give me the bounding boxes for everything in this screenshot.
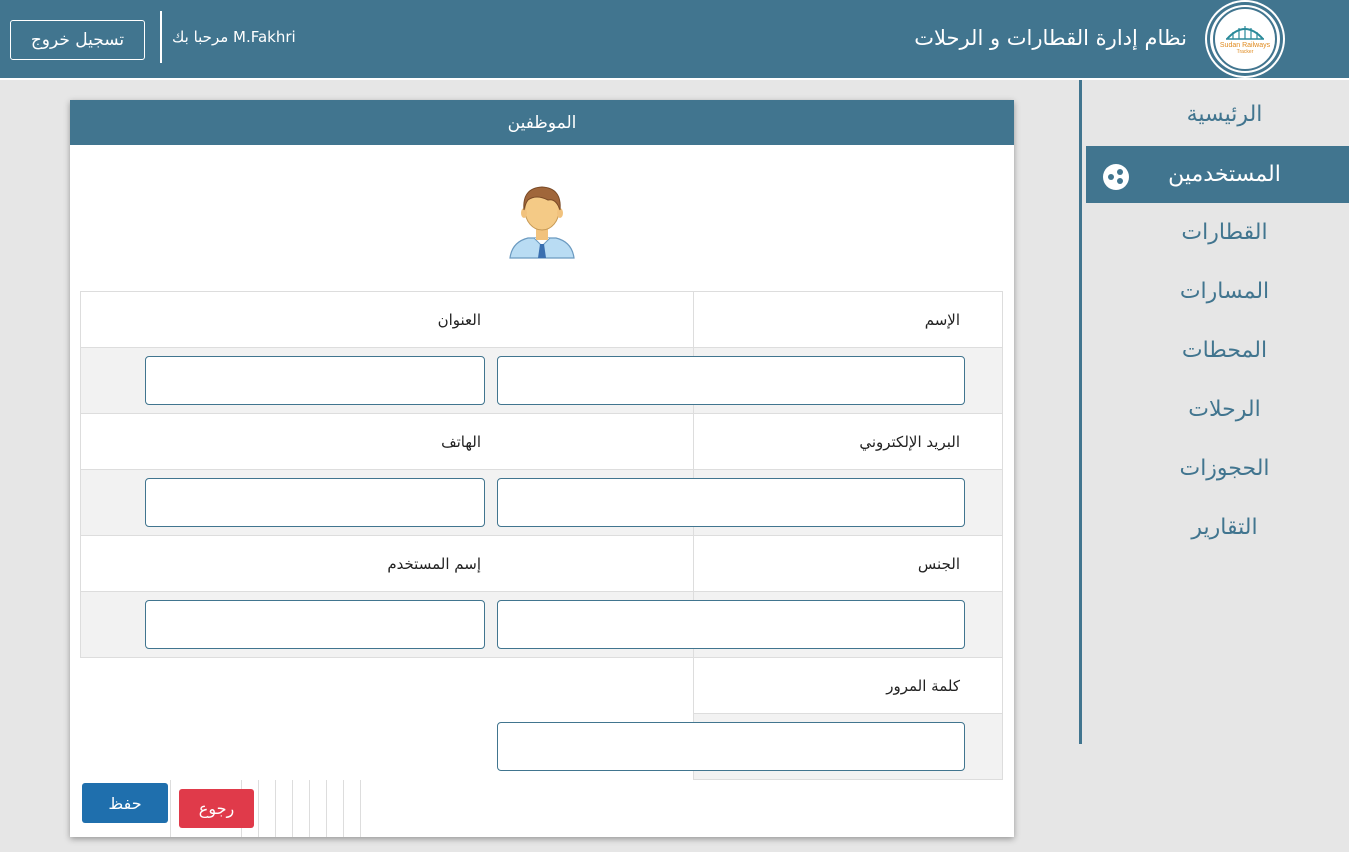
sidebar-item-label: الرئيسية (1186, 102, 1263, 127)
logo-circle: Sudan Railways Tracker (1213, 7, 1277, 71)
gender-label: الجنس (917, 555, 960, 573)
password-label: كلمة المرور (886, 677, 960, 695)
welcome-text: مرحبا بك M.Fakhri (172, 28, 296, 46)
label-cell: الجنس (693, 535, 1003, 592)
sidebar-item-label: التقارير (1191, 515, 1258, 540)
email-label: البريد الإلكتروني (859, 433, 960, 451)
users-icon (1103, 164, 1129, 190)
sidebar-item-label: الرحلات (1188, 397, 1261, 422)
sidebar-item-label: المستخدمين (1168, 162, 1281, 187)
sidebar-item-stations[interactable]: المحطات (1086, 322, 1349, 379)
sudan-railways-logo[interactable]: Sudan Railways Tracker (1207, 2, 1283, 76)
email-field[interactable] (497, 478, 965, 527)
label-cell: الإسم (693, 291, 1003, 348)
password-field[interactable] (497, 722, 965, 771)
table-gridline (309, 780, 310, 837)
sidebar-item-users[interactable]: المستخدمين (1086, 146, 1349, 203)
table-gridline (343, 780, 344, 837)
label-cell: كلمة المرور (693, 657, 1003, 714)
table-gridline (258, 780, 259, 837)
sidebar-item-bookings[interactable]: الحجوزات (1086, 440, 1349, 497)
gender-field[interactable] (497, 600, 965, 649)
back-button[interactable]: رجوع (179, 789, 254, 828)
sidebar-item-trains[interactable]: القطارات (1086, 204, 1349, 261)
table-gridline (170, 780, 171, 837)
label-cell: الهاتف (80, 413, 693, 470)
employees-panel: الموظفين الإسم العنوان البريد الإلكتروني… (70, 100, 1014, 837)
form-row-labels-2: البريد الإلكتروني الهاتف (80, 413, 1003, 470)
address-label: العنوان (437, 311, 481, 329)
label-cell: العنوان (80, 291, 693, 348)
save-button[interactable]: حفظ (82, 783, 168, 823)
username-field[interactable] (145, 600, 485, 649)
table-gridline (292, 780, 293, 837)
bridge-icon (1226, 26, 1264, 40)
sidebar-divider (1079, 80, 1082, 744)
table-gridline (360, 780, 361, 837)
logout-button[interactable]: تسجيل خروج (10, 20, 145, 60)
phone-label: الهاتف (441, 433, 481, 451)
name-label: الإسم (924, 311, 960, 329)
sidebar-item-label: المحطات (1181, 338, 1268, 363)
logo-text: Sudan Railways (1219, 42, 1271, 49)
logo-subtext: Tracker (1236, 49, 1254, 55)
sidebar-item-label: القطارات (1181, 220, 1268, 245)
sidebar-item-label: المسارات (1179, 279, 1270, 304)
table-gridline (326, 780, 327, 837)
app-title: نظام إدارة القطارات و الرحلات (914, 26, 1187, 50)
table-gridline (275, 780, 276, 837)
phone-field[interactable] (145, 478, 485, 527)
sidebar-item-trips[interactable]: الرحلات (1086, 381, 1349, 438)
form-row-labels-4: كلمة المرور (80, 657, 1003, 714)
sidebar-item-label: الحجوزات (1179, 456, 1270, 481)
label-cell: إسم المستخدم (80, 535, 693, 592)
top-header: Sudan Railways Tracker نظام إدارة القطار… (0, 0, 1349, 80)
user-avatar-icon (509, 186, 575, 259)
address-field[interactable] (145, 356, 485, 405)
sidebar-item-home[interactable]: الرئيسية (1086, 86, 1349, 143)
label-cell: البريد الإلكتروني (693, 413, 1003, 470)
header-divider (160, 11, 162, 63)
form-row-labels-3: الجنس إسم المستخدم (80, 535, 1003, 592)
name-field[interactable] (497, 356, 965, 405)
username-label: إسم المستخدم (387, 555, 481, 573)
form-row-labels-1: الإسم العنوان (80, 291, 1003, 348)
sidebar-item-routes[interactable]: المسارات (1086, 263, 1349, 320)
sidebar-item-reports[interactable]: التقارير (1086, 499, 1349, 556)
panel-title: الموظفين (70, 100, 1014, 145)
